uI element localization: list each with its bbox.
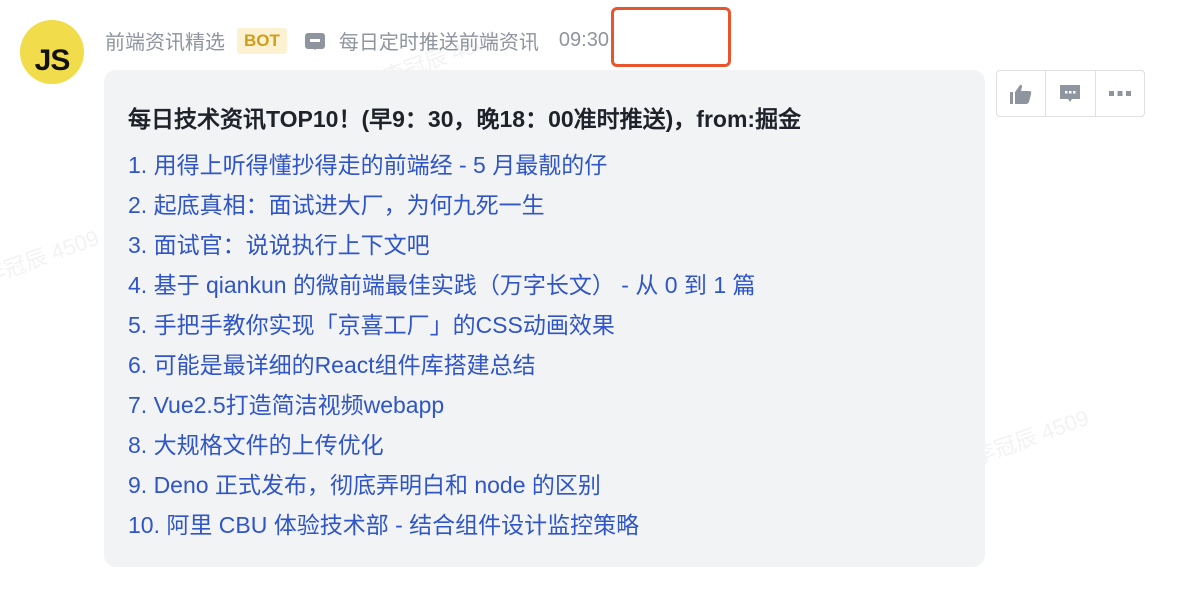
highlight-box: [611, 7, 731, 67]
chat-icon: [304, 32, 325, 50]
message-actions: [996, 70, 1145, 117]
article-link[interactable]: 6. 可能是最详细的React组件库搭建总结: [128, 350, 756, 390]
article-link[interactable]: 5. 手把手教你实现「京喜工厂」的CSS动画效果: [128, 310, 756, 350]
article-link[interactable]: 10. 阿里 CBU 体验技术部 - 结合组件设计监控策略: [128, 510, 756, 550]
timestamp: 09:30: [558, 29, 609, 51]
article-link[interactable]: 4. 基于 qiankun 的微前端最佳实践（万字长文） - 从 0 到 1 篇: [128, 270, 756, 310]
avatar[interactable]: JS: [20, 20, 84, 84]
message-header: 前端资讯精选 BOT 每日定时推送前端资讯 09:30: [105, 26, 609, 55]
thumbs-up-icon: [1010, 84, 1032, 104]
channel-description: 每日定时推送前端资讯: [338, 32, 539, 54]
more-button[interactable]: [1096, 71, 1144, 116]
article-link[interactable]: 7. Vue2.5打造简洁视频webapp: [128, 390, 756, 430]
sender-name[interactable]: 前端资讯精选: [105, 26, 225, 55]
watermark: 李冠辰 4509: [0, 224, 103, 290]
watermark: 李冠辰 4509: [969, 404, 1093, 470]
article-link[interactable]: 2. 起底真相：面试进大厂，为何九死一生: [128, 190, 756, 230]
article-link[interactable]: 1. 用得上听得懂抄得走的前端经 - 5 月最靓的仔: [128, 150, 756, 190]
more-icon: [1108, 90, 1131, 96]
reply-button[interactable]: [1046, 71, 1096, 116]
article-link[interactable]: 9. Deno 正式发布，彻底弄明白和 node 的区别: [128, 470, 756, 510]
avatar-text: JS: [34, 44, 71, 77]
message-title: 每日技术资讯TOP10！(早9：30，晚18：00准时推送)，from:掘金: [128, 106, 802, 132]
message-bubble: 每日技术资讯TOP10！(早9：30，晚18：00准时推送)，from:掘金 1…: [104, 70, 985, 567]
article-link[interactable]: 3. 面试官：说说执行上下文吧: [128, 230, 756, 270]
like-button[interactable]: [997, 71, 1047, 116]
comment-icon: [1060, 84, 1081, 102]
article-list: 1. 用得上听得懂抄得走的前端经 - 5 月最靓的仔 2. 起底真相：面试进大厂…: [128, 150, 756, 550]
bot-badge: BOT: [237, 27, 287, 54]
article-link[interactable]: 8. 大规格文件的上传优化: [128, 430, 756, 470]
